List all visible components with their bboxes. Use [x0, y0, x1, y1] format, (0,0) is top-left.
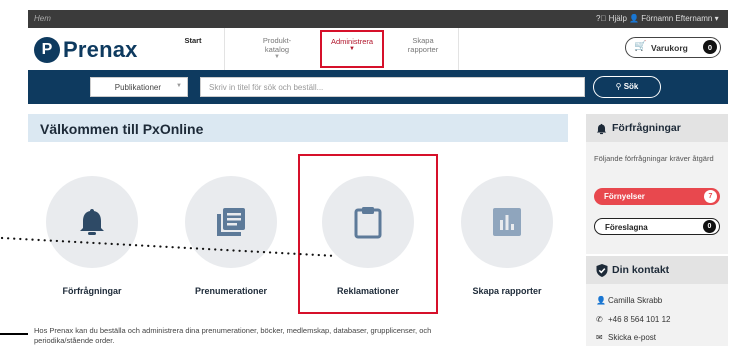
- intro-text: Hos Prenax kan du beställa och administr…: [34, 326, 432, 345]
- help-link[interactable]: ?⃝ Hjälp: [596, 14, 627, 23]
- bar-chart-icon: [493, 208, 521, 236]
- search-icon: ⚲: [615, 82, 624, 91]
- nav-start[interactable]: Start: [168, 28, 218, 70]
- logo[interactable]: P Prenax: [34, 36, 138, 64]
- cart-button[interactable]: 🛒 Varukorg 0: [625, 37, 721, 58]
- contact-email-link[interactable]: ✉ Skicka e-post: [596, 333, 656, 342]
- search-button[interactable]: ⚲ Sök: [593, 76, 661, 98]
- logo-icon: P: [34, 37, 60, 63]
- nav-administrera[interactable]: Administrera ▼: [320, 30, 384, 68]
- search-input[interactable]: Skriv in titel för sök och beställ...: [200, 77, 585, 97]
- contact-name: 👤 Camilla Skrabb: [596, 296, 663, 305]
- cart-count-badge: 0: [703, 40, 717, 54]
- requests-note: Följande förfrågningar kräver åtgärd: [594, 154, 714, 163]
- tile-label[interactable]: Förfrågningar: [22, 286, 162, 296]
- user-menu[interactable]: 👤 Förnamn Efternamn ▾: [629, 14, 719, 23]
- logo-text: Prenax: [63, 37, 138, 62]
- chevron-down-icon: ▼: [176, 83, 182, 89]
- search-category-select[interactable]: Publikationer ▼: [90, 77, 188, 97]
- count-badge: 7: [704, 190, 717, 203]
- chevron-down-icon: ▼: [274, 54, 280, 60]
- user-icon: 👤: [596, 296, 606, 305]
- contact-phone[interactable]: ✆ +46 8 564 101 12: [596, 315, 671, 324]
- phone-icon: ✆: [596, 315, 603, 324]
- search-bar: Publikationer ▼ Skriv in titel för sök o…: [28, 70, 728, 104]
- top-bar: Hem ?⃝ Hjälp 👤 Förnamn Efternamn ▾: [28, 10, 728, 28]
- tile-label[interactable]: Prenumerationer: [161, 286, 301, 296]
- user-icon: 👤: [629, 14, 642, 23]
- mail-icon: ✉: [596, 333, 603, 342]
- suggested-button[interactable]: Föreslagna 0: [594, 218, 720, 235]
- bell-icon: [596, 123, 607, 135]
- count-badge: 0: [703, 220, 716, 233]
- home-link[interactable]: Hem: [34, 14, 51, 23]
- requests-panel-title: Förfrågningar: [586, 114, 728, 142]
- contact-panel: Din kontakt 👤 Camilla Skrabb ✆ +46 8 564 1…: [586, 256, 728, 346]
- cart-icon: 🛒: [634, 41, 647, 52]
- chevron-down-icon: ▾: [714, 14, 719, 23]
- chevron-down-icon: ▼: [349, 46, 355, 52]
- dotted-pointer-line: [0, 236, 338, 258]
- tile-skapa-rapporter[interactable]: [461, 176, 553, 268]
- divider: [224, 28, 225, 70]
- page-title: Välkommen till PxOnline: [40, 121, 204, 137]
- tile-label[interactable]: Skapa rapporter: [437, 286, 577, 296]
- header: P Prenax Start Produkt-katalog ▼ Adminis…: [28, 28, 728, 70]
- welcome-banner: Välkommen till PxOnline: [28, 114, 568, 142]
- shield-check-icon: [596, 264, 608, 277]
- nav-skapa-rapporter[interactable]: Skapa rapporter: [394, 28, 452, 70]
- divider: [458, 28, 459, 70]
- edge-marker: [0, 333, 28, 335]
- help-icon: ?⃝: [596, 14, 609, 23]
- nav-produktkatalog[interactable]: Produkt-katalog ▼: [248, 28, 306, 70]
- renewals-button[interactable]: Förnyelser 7: [594, 188, 720, 205]
